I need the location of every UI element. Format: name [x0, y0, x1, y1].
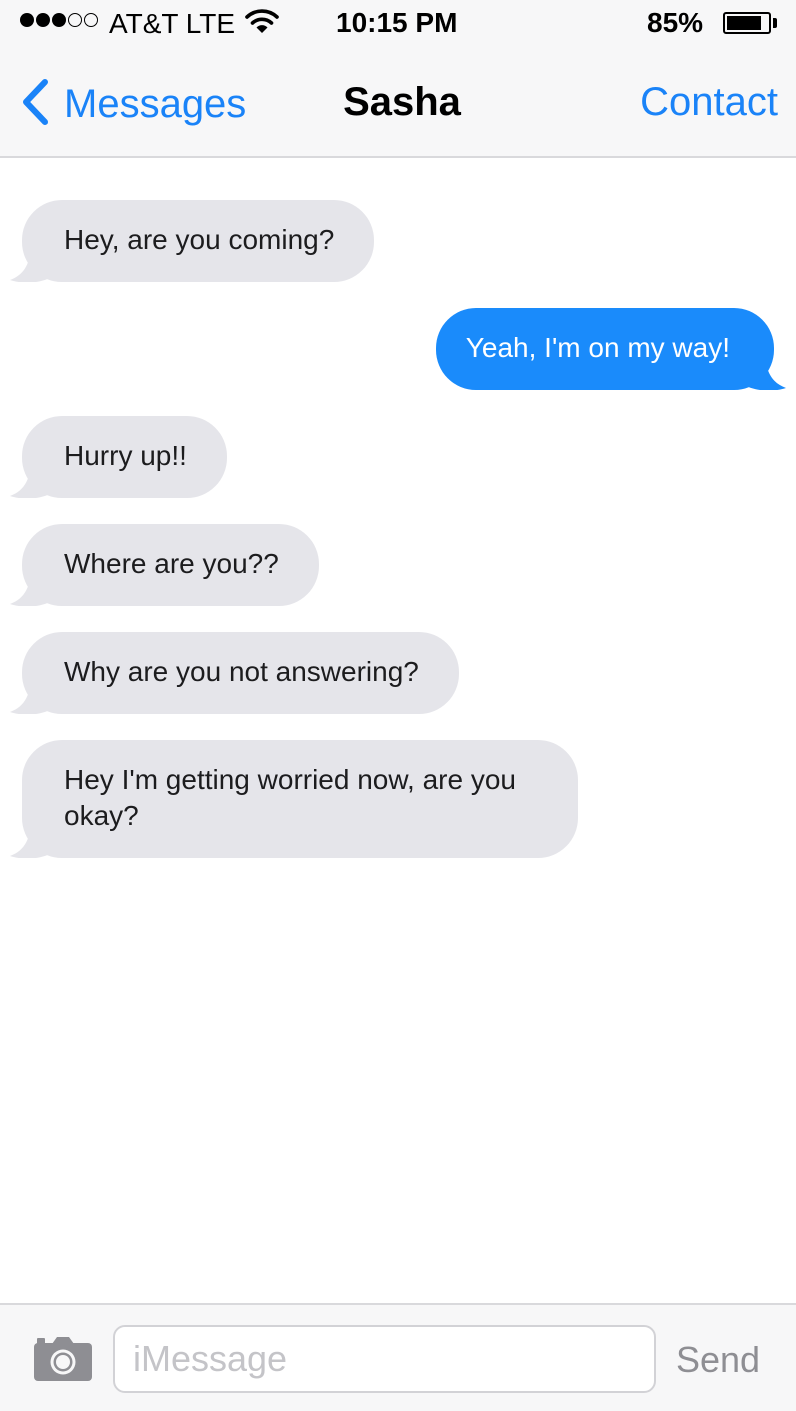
battery-icon	[723, 12, 771, 34]
camera-icon[interactable]	[32, 1335, 94, 1388]
signal-dot	[68, 13, 82, 27]
message-bubble: Hurry up!!	[22, 416, 227, 498]
contact-button[interactable]: Contact	[640, 80, 778, 125]
battery-percentage: 85%	[647, 7, 704, 38]
message-bubble: Hey I'm getting worried now, are you oka…	[22, 740, 578, 858]
sent-message: Yeah, I'm on my way!	[435, 308, 786, 390]
battery-level-fill	[727, 16, 761, 30]
message-bubble: Why are you not answering?	[22, 632, 459, 714]
message-bubble: Yeah, I'm on my way!	[435, 308, 774, 390]
status-bar: AT&T LTE 10:15 PM 85%	[0, 0, 796, 46]
top-bar: AT&T LTE 10:15 PM 85% Messages Sasha Con…	[0, 0, 796, 158]
compose-bar: Send	[0, 1303, 796, 1411]
wifi-icon	[245, 6, 279, 41]
battery-tip	[773, 18, 777, 28]
message-bubble: Where are you??	[22, 524, 319, 606]
signal-dot	[84, 13, 98, 27]
signal-dot	[36, 13, 50, 27]
message-input[interactable]	[113, 1325, 656, 1393]
received-message: Why are you not answering?	[10, 632, 459, 714]
received-message: Hey, are you coming?	[10, 200, 375, 282]
message-thread: Hey, are you coming? Yeah, I'm on my way…	[0, 160, 796, 1303]
clock: 10:15 PM	[336, 7, 458, 38]
signal-strength-icon	[20, 13, 98, 27]
send-button[interactable]: Send	[676, 1339, 760, 1381]
signal-dot	[52, 13, 66, 27]
signal-dot	[20, 13, 34, 27]
carrier-label: AT&T LTE	[109, 8, 236, 39]
message-bubble: Hey, are you coming?	[22, 200, 375, 282]
received-message: Hurry up!!	[10, 416, 227, 498]
received-message: Where are you??	[10, 524, 319, 606]
received-message: Hey I'm getting worried now, are you oka…	[10, 740, 578, 858]
